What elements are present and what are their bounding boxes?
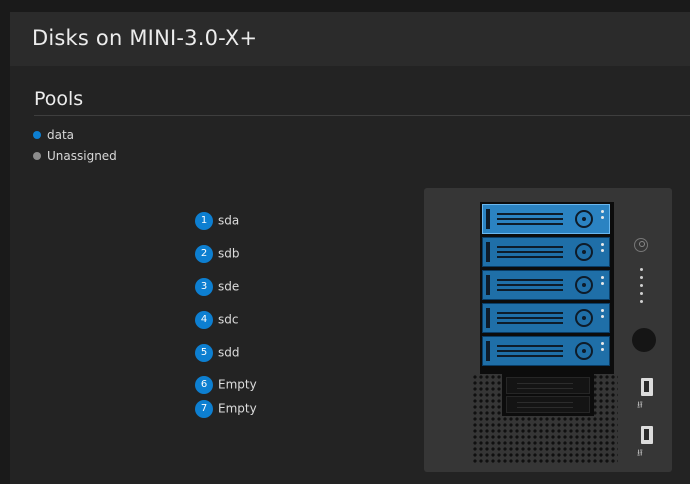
disk-number-badge: 6: [195, 375, 213, 394]
disks-card: Disks on MINI-3.0-X+ Pools data Unassign…: [10, 12, 690, 484]
legend-label: data: [47, 128, 75, 142]
disk-number-badge: 5: [195, 343, 213, 362]
disk-number-badge: 2: [195, 244, 213, 263]
legend-item-data[interactable]: data: [33, 127, 74, 143]
usb-port-icon: [641, 378, 653, 396]
legend-item-unassigned[interactable]: Unassigned: [33, 148, 117, 164]
disk-name: Empty: [218, 377, 257, 392]
drive-slot-line: [497, 279, 563, 281]
disk-name: sdc: [218, 312, 239, 327]
disk-name: Empty: [218, 401, 257, 416]
disk-number-badge: 1: [195, 211, 213, 230]
drive-slot-line: [497, 284, 563, 286]
drive-latch: [486, 209, 490, 229]
drive-slot-line: [497, 312, 563, 314]
drive-led-icons: [601, 210, 605, 222]
drive-slot-5[interactable]: [482, 336, 610, 366]
drive-slot-line: [497, 223, 563, 225]
disk-number-badge: 3: [195, 277, 213, 296]
drive-slot-line: [497, 317, 563, 319]
disk-name: sdb: [218, 246, 240, 261]
disk-label-4[interactable]: 4 sdc: [195, 309, 238, 329]
drive-latch: [486, 308, 490, 328]
chassis-button-icon: [632, 328, 656, 352]
usb-icon: ⭿: [637, 401, 643, 411]
tray-line: [517, 383, 573, 384]
drive-handle-icon: [575, 243, 593, 261]
tray-line: [517, 388, 573, 389]
disk-label-7[interactable]: 7 Empty: [195, 398, 257, 418]
drive-slot-line: [497, 251, 563, 253]
drive-slot-4[interactable]: [482, 303, 610, 333]
disk-number-badge: 7: [195, 399, 213, 418]
power-icon: [634, 238, 648, 252]
drive-slot-line: [497, 289, 563, 291]
enclosure-chassis: ⭿ ⭿: [424, 188, 672, 472]
drive-led-icons: [601, 342, 605, 354]
drive-slot-7[interactable]: [506, 396, 590, 413]
drive-slot-2[interactable]: [482, 237, 610, 267]
disk-label-5[interactable]: 5 sdd: [195, 342, 240, 362]
drive-handle-icon: [575, 276, 593, 294]
drive-led-icons: [601, 309, 605, 321]
drive-slot-line: [497, 355, 563, 357]
drive-latch: [486, 275, 490, 295]
drive-latch: [486, 242, 490, 262]
drive-slot-line: [497, 256, 563, 258]
usb-icon: ⭿: [637, 449, 643, 459]
drive-led-icons: [601, 243, 605, 255]
drive-handle-icon: [575, 309, 593, 327]
drive-slot-line: [497, 322, 563, 324]
disk-label-2[interactable]: 2 sdb: [195, 243, 240, 263]
drive-slot-1[interactable]: [482, 204, 610, 234]
drive-slot-line: [497, 213, 563, 215]
legend-label: Unassigned: [47, 149, 117, 163]
disk-name: sda: [218, 213, 240, 228]
drive-led-icons: [601, 276, 605, 288]
page-title: Disks on MINI-3.0-X+: [32, 26, 258, 50]
drive-handle-icon: [575, 342, 593, 360]
tray-line: [517, 407, 573, 408]
tray-line: [517, 402, 573, 403]
disk-name: sde: [218, 279, 240, 294]
disk-label-3[interactable]: 3 sde: [195, 276, 239, 296]
section-divider: [34, 115, 690, 116]
disk-label-1[interactable]: 1 sda: [195, 210, 239, 230]
usb-port-icon: [641, 426, 653, 444]
pools-title: Pools: [34, 88, 84, 110]
drive-slot-line: [497, 345, 563, 347]
disk-name: sdd: [218, 345, 240, 360]
card-header: Disks on MINI-3.0-X+: [10, 12, 690, 66]
drive-latch: [486, 341, 490, 361]
drive-handle-icon: [575, 210, 593, 228]
drive-slot-line: [497, 350, 563, 352]
drive-slot-3[interactable]: [482, 270, 610, 300]
drive-slot-6[interactable]: [506, 377, 590, 394]
drive-slot-line: [497, 218, 563, 220]
disk-number-badge: 4: [195, 310, 213, 329]
drive-bay-area: [480, 202, 614, 374]
empty-bay-area: [502, 374, 594, 416]
pool-color-dot: [33, 151, 41, 160]
drive-slot-line: [497, 246, 563, 248]
status-led-icons: [640, 268, 643, 308]
disk-label-6[interactable]: 6 Empty: [195, 374, 257, 394]
pool-color-dot: [33, 130, 41, 139]
